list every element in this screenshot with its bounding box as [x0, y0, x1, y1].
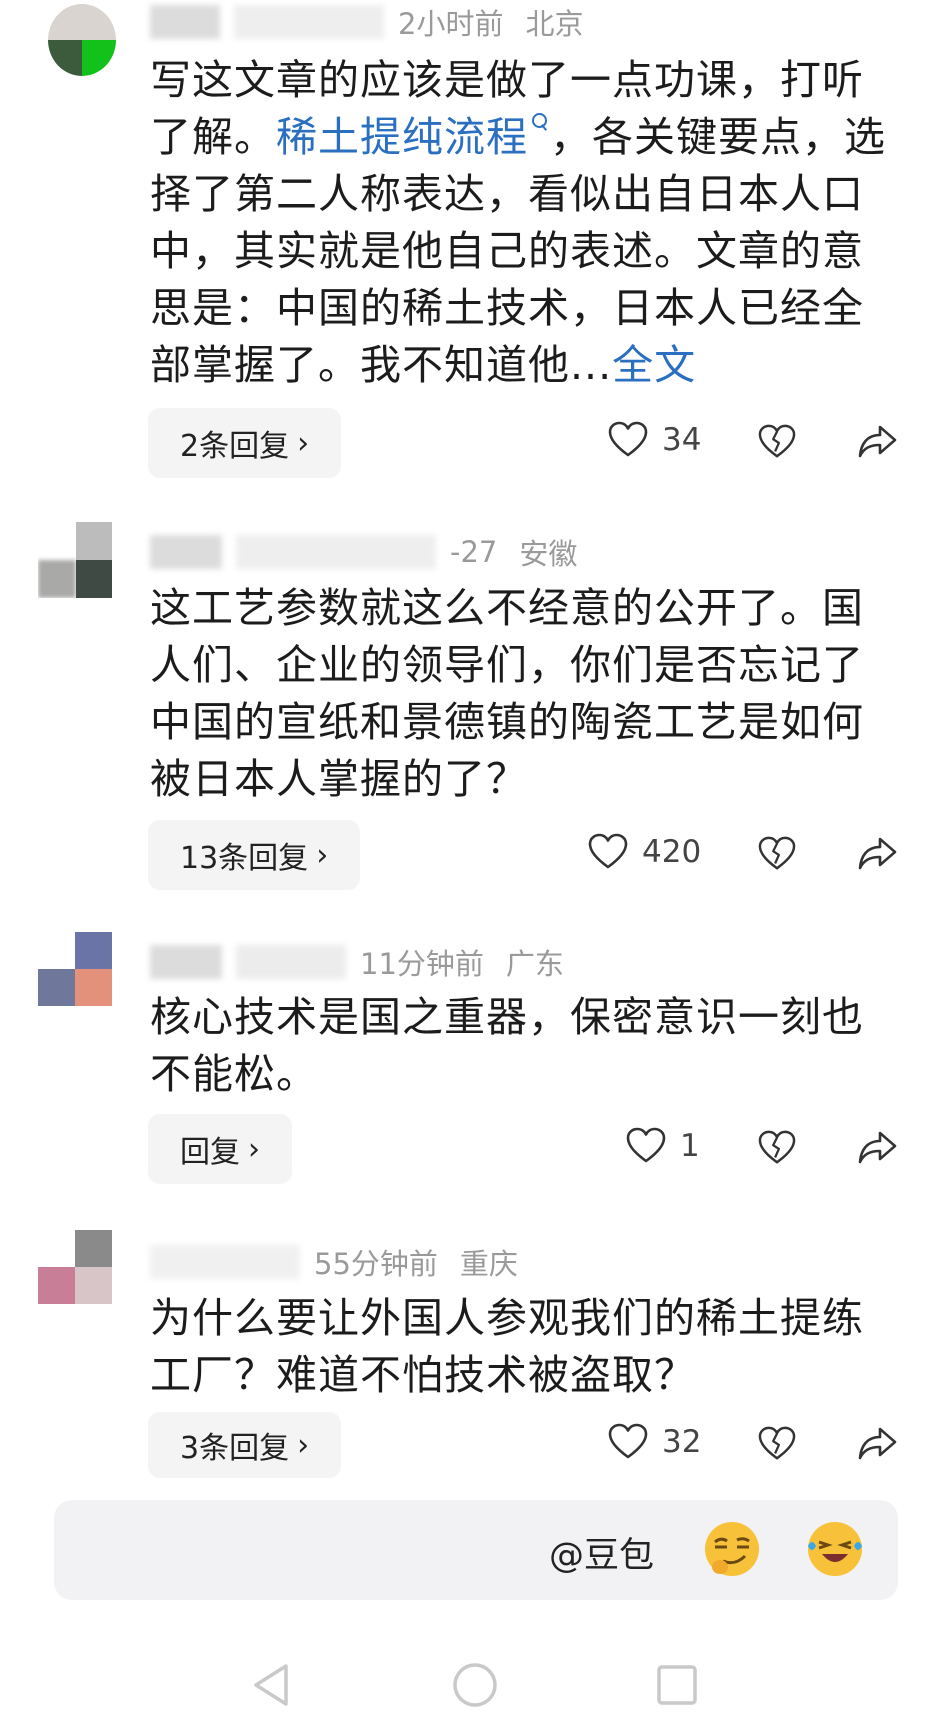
chevron-right-icon: › — [297, 1427, 310, 1463]
dislike-button[interactable] — [758, 836, 796, 876]
like-button[interactable]: 1 — [626, 1127, 700, 1165]
dislike-button[interactable] — [758, 1130, 796, 1170]
comment-location: 重庆 — [459, 1247, 518, 1281]
comment-meta: 55分钟前 重庆 — [150, 1242, 518, 1282]
comment-text: 写这文章的应该是做了一点功课，打听了解。稀土提纯流程 ，各关键要点，选择了第二人称… — [150, 52, 900, 394]
share-button[interactable] — [858, 424, 898, 464]
heart-icon — [608, 421, 648, 457]
like-button[interactable]: 34 — [608, 421, 701, 459]
system-navigation-bar — [0, 1640, 946, 1729]
comment-time: 2小时前 — [398, 7, 504, 41]
chevron-right-icon: › — [297, 425, 310, 461]
view-replies-button[interactable]: 3条回复 › — [148, 1412, 342, 1478]
broken-heart-icon — [758, 836, 796, 870]
comment-meta: 11分钟前 广东 — [150, 942, 564, 982]
view-replies-label: 2条回复 — [180, 429, 290, 464]
smirk-emoji-icon[interactable] — [701, 1518, 763, 1580]
view-replies-label: 回复 — [180, 1135, 240, 1170]
comment-time: 55分钟前 — [314, 1247, 438, 1281]
search-link[interactable]: 稀土提纯流程 — [276, 113, 550, 161]
avatar[interactable] — [38, 522, 112, 598]
comment-time: -27 — [450, 535, 498, 569]
chevron-right-icon: › — [248, 1131, 260, 1167]
chevron-right-icon: › — [316, 837, 329, 873]
mention-doubao-button[interactable]: @豆包 — [549, 1527, 654, 1578]
comment-meta: -27 安徽 — [150, 532, 577, 572]
comment-meta: 2小时前 北京 — [150, 2, 583, 42]
laughing-crying-emoji-icon[interactable] — [804, 1518, 866, 1580]
comment-text: 核心技术是国之重器，保密意识一刻也不能松。 — [150, 993, 864, 1098]
view-replies-button[interactable]: 回复 › — [148, 1114, 292, 1184]
heart-icon — [588, 833, 628, 869]
view-replies-label: 13条回复 — [180, 841, 309, 876]
share-button[interactable] — [858, 1130, 898, 1170]
comment-location: 广东 — [505, 947, 564, 981]
avatar[interactable] — [38, 1230, 112, 1304]
comment-location: 安徽 — [519, 537, 578, 571]
comment-input-bar[interactable]: @豆包 — [54, 1500, 898, 1600]
expand-full-text-link[interactable]: 全文 — [612, 341, 696, 389]
dislike-button[interactable] — [758, 1426, 796, 1466]
view-replies-button[interactable]: 2条回复 › — [148, 408, 342, 478]
heart-icon — [626, 1127, 666, 1163]
like-button[interactable]: 32 — [608, 1423, 701, 1461]
like-count: 420 — [642, 834, 702, 870]
comment-location: 北京 — [525, 7, 584, 41]
view-replies-button[interactable]: 13条回复 › — [148, 820, 361, 890]
share-icon — [858, 837, 897, 870]
search-link-label: 稀土提纯流程 — [276, 113, 528, 161]
recents-icon[interactable] — [656, 1664, 698, 1706]
share-icon — [858, 425, 897, 458]
comment-time: 11分钟前 — [360, 947, 484, 981]
heart-icon — [608, 1423, 648, 1459]
like-count: 1 — [680, 1128, 700, 1164]
dislike-button[interactable] — [758, 424, 796, 464]
comment-text: 这工艺参数就这么不经意的公开了。国人们、企业的领导们，你们是否忘记了中国的宣纸和… — [150, 584, 864, 803]
share-icon — [858, 1427, 897, 1460]
search-icon — [530, 109, 550, 135]
broken-heart-icon — [758, 424, 796, 458]
like-count: 34 — [662, 422, 702, 458]
broken-heart-icon — [758, 1426, 796, 1460]
comment-text: 为什么要让外国人参观我们的稀土提练工厂？难道不怕技术被盗取？ — [150, 1294, 864, 1399]
comment-item: 11分钟前 广东 核心技术是国之重器，保密意识一刻也不能松。 回复 › 1 — [0, 932, 946, 1192]
avatar[interactable] — [48, 4, 116, 76]
share-button[interactable] — [858, 1426, 898, 1466]
like-count: 32 — [662, 1424, 702, 1460]
like-button[interactable]: 420 — [588, 833, 701, 871]
comment-item: -27 安徽 这工艺参数就这么不经意的公开了。国人们、企业的领导们，你们是否忘记… — [0, 522, 946, 892]
comment-item: 55分钟前 重庆 为什么要让外国人参观我们的稀土提练工厂？难道不怕技术被盗取？ … — [0, 1230, 946, 1490]
avatar[interactable] — [38, 932, 112, 1006]
comment-item: 2小时前 北京 写这文章的应该是做了一点功课，打听了解。稀土提纯流程 ，各关键要点… — [0, 0, 946, 478]
view-replies-label: 3条回复 — [180, 1431, 290, 1466]
broken-heart-icon — [758, 1130, 796, 1164]
share-button[interactable] — [858, 836, 898, 876]
back-icon[interactable] — [250, 1662, 292, 1708]
home-icon[interactable] — [452, 1662, 498, 1708]
share-icon — [858, 1131, 897, 1164]
